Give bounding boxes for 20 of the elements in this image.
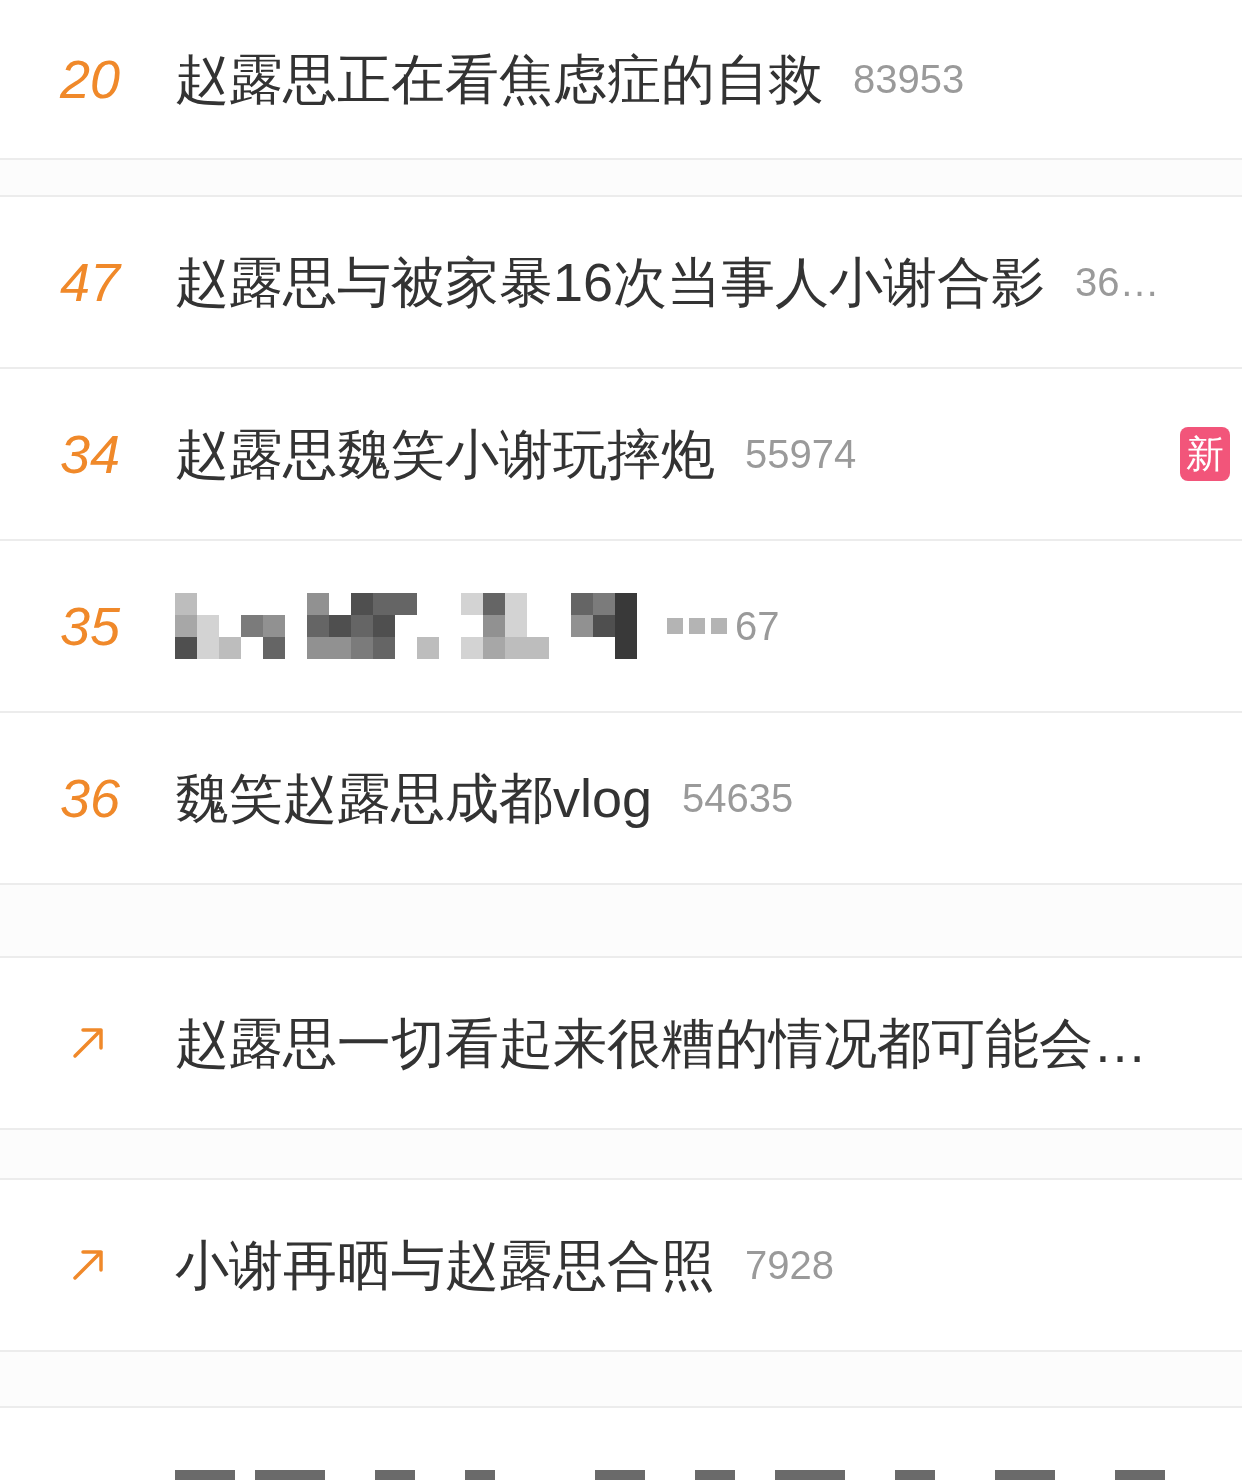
new-badge: 新 [1180, 427, 1230, 481]
rank-number: 36 [60, 771, 121, 825]
rank-number: 35 [60, 599, 121, 653]
search-count: 36… [1075, 260, 1160, 304]
topic-title[interactable]: 赵露思正在看焦虑症的自救 [175, 46, 823, 112]
rank-number: 20 [60, 52, 121, 106]
topic-title[interactable]: 赵露思魏笑小谢玩摔炮 [175, 421, 715, 487]
search-count: 67 [735, 604, 780, 648]
up-right-arrow-icon [70, 1248, 106, 1282]
rank-number: 34 [60, 427, 121, 481]
topic-title[interactable]: 赵露思与被家暴16次当事人小谢合影 [175, 249, 1046, 315]
topic-title[interactable]: 小谢再晒与赵露思合照 [175, 1232, 715, 1298]
up-right-arrow-icon [70, 1026, 106, 1060]
topic-title[interactable]: 赵露思一切看起来很糟的情况都可能会… [175, 1010, 1147, 1076]
search-count: 54635 [682, 776, 794, 820]
rank-number: 47 [60, 255, 121, 309]
search-count: 7928 [745, 1243, 834, 1287]
search-count: 55974 [745, 432, 857, 476]
topic-title[interactable]: 魏笑赵露思成都vlog [175, 765, 653, 831]
search-count: 83953 [853, 57, 965, 101]
